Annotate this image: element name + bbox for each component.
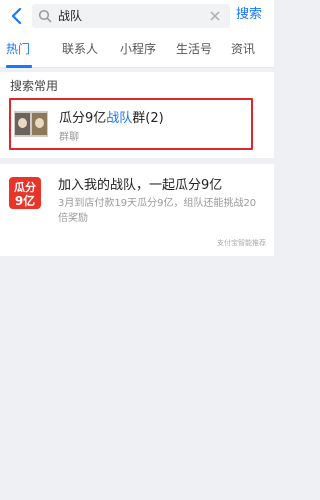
search-tabs: 热门 联系人 小程序 生活号 资讯	[0, 34, 274, 68]
avatar	[14, 111, 48, 137]
clear-icon[interactable]	[208, 9, 222, 23]
tab-contacts[interactable]: 联系人	[62, 40, 98, 58]
group-type-label: 群聊	[59, 132, 79, 143]
promo-logo-text-top: 瓜分	[14, 180, 36, 194]
promo-source-label: 支付宝智能推荐	[217, 239, 266, 247]
active-tab-indicator	[6, 65, 32, 68]
top-bar: 战队 搜索 热门 联系人 小程序 生活号 资讯	[0, 0, 274, 68]
promo-card[interactable]: 瓜分 9亿 加入我的战队，一起瓜分9亿 3月到店付款19天瓜分9亿，组队还能挑战…	[0, 164, 274, 256]
tab-hot[interactable]: 热门	[6, 40, 30, 58]
chevron-left-icon	[11, 7, 22, 25]
group-name: 瓜分9亿战队群(2)	[59, 111, 164, 126]
promo-description: 3月到店付款19天瓜分9亿，组队还能挑战20倍奖励	[58, 198, 257, 224]
search-button[interactable]: 搜索	[236, 5, 262, 25]
section-title: 搜索常用	[10, 79, 59, 93]
tab-news[interactable]: 资讯	[231, 40, 255, 58]
frequent-item-group-chat[interactable]: 瓜分9亿战队群(2) 群聊	[9, 98, 253, 150]
search-icon	[38, 9, 52, 23]
frequent-section: 搜索常用 瓜分9亿战队群(2) 群聊	[0, 72, 274, 158]
promo-logo-icon: 瓜分 9亿	[8, 176, 42, 210]
promo-logo-text-bottom: 9亿	[15, 193, 35, 208]
promo-title: 加入我的战队，一起瓜分9亿	[58, 178, 223, 193]
empty-area	[0, 256, 274, 500]
search-query: 战队	[58, 9, 83, 23]
back-button[interactable]	[6, 4, 26, 28]
tab-life-accounts[interactable]: 生活号	[176, 40, 212, 58]
tab-mini-programs[interactable]: 小程序	[120, 40, 156, 58]
search-input[interactable]: 战队	[32, 4, 230, 28]
